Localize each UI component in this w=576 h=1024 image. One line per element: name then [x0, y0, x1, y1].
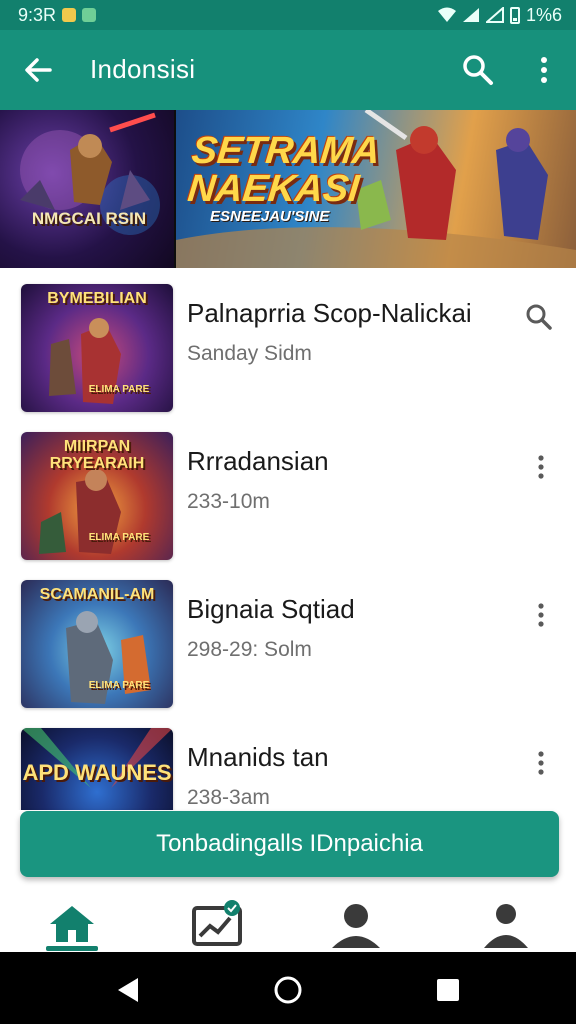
search-icon[interactable] — [518, 296, 564, 342]
status-left: 9:3R — [18, 4, 97, 26]
status-bar: 9:3R 1%6 — [0, 0, 576, 30]
banner-left-caption: NMGCAI RSIN — [31, 209, 147, 228]
notification-app-icon-2 — [82, 8, 97, 22]
list-item[interactable]: SCAMANIL-AM ELIMA PARE Bignaia Sqtiad 29… — [0, 564, 576, 712]
signal-icon — [462, 8, 479, 22]
page-title: Indonsisi — [90, 54, 196, 84]
battery-level: 1%6 — [525, 4, 562, 25]
game-thumbnail[interactable]: MIIRPAN RRYEARAIH ELIMA PARE — [21, 432, 173, 560]
list-item[interactable]: APD WAUNES Mnanids tan 238-3am — [0, 712, 576, 810]
list-item-title: Mnanids tan — [187, 742, 329, 772]
list-item-title: Rrradansian — [187, 446, 329, 476]
game-list: BYMEBILIAN ELIMA PARE Palnaprria Scop-Na… — [0, 268, 576, 810]
primary-action-button[interactable]: Tonbadingalls IDnpaichia — [20, 811, 559, 877]
thumbnail-title: MIIRPAN RRYEARAIH — [49, 438, 145, 472]
list-item-subtitle: 238-3am — [187, 786, 270, 809]
status-time: 9:3R — [18, 4, 57, 25]
banner-game-art-right[interactable]: SETRAMA NAEKASI ESNEEJAU'SINE — [176, 110, 576, 268]
battery-icon — [509, 6, 520, 24]
account-icon[interactable] — [476, 898, 536, 948]
more-vert-icon[interactable] — [526, 52, 562, 88]
promo-banner[interactable]: NMGCAI RSIN SETRAMA NAEKASI ESNEEJAU'SIN… — [0, 110, 576, 268]
banner-title-line1: SETRAMA — [189, 130, 383, 172]
home-icon[interactable] — [42, 898, 102, 948]
wifi-icon — [437, 7, 456, 22]
thumbnail-corner-text: ELIMA PARE — [88, 680, 150, 691]
list-item[interactable]: BYMEBILIAN ELIMA PARE Palnaprria Scop-Na… — [0, 268, 576, 416]
game-thumbnail[interactable]: APD WAUNES — [21, 728, 173, 810]
game-thumbnail[interactable]: BYMEBILIAN ELIMA PARE — [21, 284, 173, 412]
recents-nav-icon[interactable] — [428, 970, 468, 1010]
list-item-subtitle: 298-29: Solm — [187, 638, 312, 661]
notification-app-icon — [62, 8, 77, 22]
banner-game-art-left[interactable]: NMGCAI RSIN — [0, 110, 176, 268]
banner-title-line2: NAEKASI — [185, 168, 362, 210]
active-tab-indicator — [46, 946, 98, 951]
app-screen: 9:3R 1%6 Indonsisi NMGCAI RSIN SETRAMA N… — [0, 0, 576, 1024]
bottom-navigation — [0, 888, 576, 952]
list-item-subtitle: 233-10m — [187, 490, 270, 513]
game-thumbnail[interactable]: SCAMANIL-AM ELIMA PARE — [21, 580, 173, 708]
banner-title: SETRAMA NAEKASI — [185, 130, 383, 210]
thumbnail-title: SCAMANIL-AM — [39, 586, 155, 603]
app-bar: Indonsisi — [0, 30, 576, 110]
list-item-subtitle: Sanday Sidm — [187, 342, 312, 365]
more-vert-icon[interactable] — [518, 740, 564, 786]
thumbnail-corner-text: ELIMA PARE — [88, 532, 150, 543]
chart-icon[interactable] — [188, 898, 248, 948]
banner-subtitle: ESNEEJAU'SINE — [210, 208, 330, 225]
list-item-title: Palnaprria Scop-Nalickai — [187, 298, 472, 328]
back-nav-icon[interactable] — [108, 970, 148, 1010]
more-vert-icon[interactable] — [518, 444, 564, 490]
profile-icon[interactable] — [326, 898, 386, 948]
status-right: 1%6 — [437, 4, 562, 26]
search-icon[interactable] — [460, 52, 496, 88]
system-navigation-bar — [0, 952, 576, 1024]
thumbnail-title: BYMEBILIAN — [47, 290, 147, 307]
list-item-title: Bignaia Sqtiad — [187, 594, 355, 624]
thumbnail-corner-text: ELIMA PARE — [88, 384, 150, 395]
signal-icon-2 — [485, 7, 504, 23]
home-nav-icon[interactable] — [268, 970, 308, 1010]
list-item[interactable]: MIIRPAN RRYEARAIH ELIMA PARE Rrradansian… — [0, 416, 576, 564]
more-vert-icon[interactable] — [518, 592, 564, 638]
thumbnail-title: APD WAUNES — [22, 760, 172, 785]
warrior-art-image — [20, 112, 160, 235]
back-arrow-icon[interactable] — [20, 52, 56, 88]
